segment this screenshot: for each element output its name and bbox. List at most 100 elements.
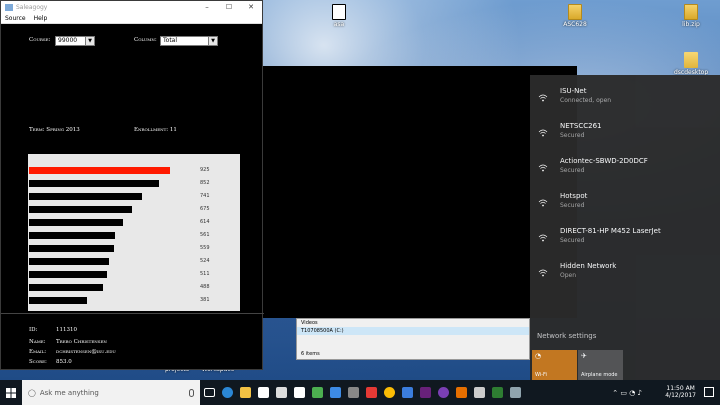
network-item[interactable]: Hotspot Secured <box>536 192 716 222</box>
chart-bar[interactable] <box>29 206 132 213</box>
desktop-icon-label: lib.zip <box>682 21 700 28</box>
chart-bar[interactable] <box>29 245 114 252</box>
network-name: Hidden Network <box>560 262 617 270</box>
chart-bar[interactable] <box>29 297 87 304</box>
chart-bar-value: 675 <box>200 206 210 212</box>
network-item[interactable]: NETSCC261 Secured <box>536 122 716 152</box>
chart-bar[interactable] <box>29 180 159 187</box>
taskbar-amazon[interactable] <box>290 380 308 405</box>
minimize-button[interactable]: – <box>196 3 218 11</box>
taskbar-app-square[interactable] <box>344 380 362 405</box>
file-explorer-window[interactable]: Videos T10708500A (C:) 6 items <box>296 318 530 360</box>
saleagogy-window[interactable]: Saleagogy – ☐ ✕ Source Help Course: 9900… <box>0 0 264 370</box>
notepad-icon <box>473 387 485 398</box>
taskbar-visual-studio[interactable] <box>416 380 434 405</box>
system-tray[interactable]: ⌃ ▭ ◔ ♪ <box>612 389 642 397</box>
store-icon <box>275 387 287 398</box>
network-item[interactable]: DIRECT-81-HP M452 LaserJet Secured <box>536 227 716 257</box>
network-item[interactable]: Actiontec-SBWD-2D0DCF Secured <box>536 157 716 187</box>
taskbar-app-w[interactable] <box>308 380 326 405</box>
taskbar-dropbox[interactable] <box>326 380 344 405</box>
taskbar-chrome[interactable] <box>380 380 398 405</box>
search-icon: ◯ <box>28 388 36 397</box>
wifi-signal-icon <box>538 94 548 102</box>
wifi-signal-icon <box>538 129 548 137</box>
chart-bar[interactable] <box>29 232 115 239</box>
taskbar-app-gear[interactable] <box>398 380 416 405</box>
chevron-down-icon[interactable]: ▼ <box>208 37 217 45</box>
explorer-status-text: 6 items <box>301 351 320 357</box>
dropbox-icon <box>329 387 341 398</box>
name-label: Name: <box>29 339 46 345</box>
app-icon <box>5 3 13 11</box>
taskbar: ◯ Ask me anything ⌃ ▭ ◔ ♪ 11:50 AM 4/12/… <box>0 380 720 405</box>
explorer-item-videos[interactable]: Videos <box>297 319 529 327</box>
desktop-icon-label: asa <box>333 21 345 28</box>
microphone-icon[interactable] <box>189 388 194 397</box>
airplane-tile-label: Airplane mode <box>581 372 618 378</box>
divider <box>1 313 264 314</box>
chart-bar[interactable] <box>29 284 103 291</box>
network-name: Hotspot <box>560 192 588 200</box>
windows-logo-icon <box>6 387 16 398</box>
start-button[interactable] <box>0 380 22 405</box>
airplane-mode-tile[interactable]: ✈ Airplane mode <box>578 350 623 380</box>
taskbar-notepad[interactable] <box>470 380 488 405</box>
network-item[interactable]: Hidden Network Open <box>536 262 716 292</box>
chart-bar-value: 852 <box>200 180 210 186</box>
wifi-signal-icon <box>538 199 548 207</box>
course-select[interactable]: 99000 ▼ <box>55 36 95 46</box>
close-button[interactable]: ✕ <box>240 3 262 11</box>
taskbar-java[interactable] <box>452 380 470 405</box>
task-view-icon <box>203 388 215 397</box>
wifi-icon: ◔ <box>535 352 542 360</box>
taskbar-store[interactable] <box>272 380 290 405</box>
title-bar[interactable]: Saleagogy – ☐ ✕ <box>1 1 262 13</box>
name-value: Trebo Christensen <box>56 339 107 345</box>
zip-icon <box>684 4 698 20</box>
network-name: DIRECT-81-HP M452 LaserJet <box>560 227 661 235</box>
app-icon <box>491 387 503 398</box>
wifi-toggle-tile[interactable]: ◔ Wi-Fi <box>532 350 577 380</box>
clock[interactable]: 11:50 AM 4/12/2017 <box>665 385 696 399</box>
search-placeholder: Ask me anything <box>39 388 99 397</box>
app-icon <box>347 387 359 398</box>
menu-help[interactable]: Help <box>30 15 52 22</box>
desktop-icon-dscdesktop[interactable]: dscdesktop <box>674 52 708 76</box>
java-icon <box>455 387 467 398</box>
action-center-icon[interactable] <box>704 387 714 397</box>
network-item[interactable]: ISU-Net Connected, open <box>536 87 716 117</box>
zip-icon <box>568 4 582 20</box>
network-status: Secured <box>560 167 585 174</box>
task-view-button[interactable] <box>200 380 218 405</box>
cortana-search-box[interactable]: ◯ Ask me anything <box>22 380 200 405</box>
column-select[interactable]: Total ▼ <box>160 36 218 46</box>
explorer-item-drive[interactable]: T10708500A (C:) <box>297 327 529 335</box>
column-select-value: Total <box>163 37 178 44</box>
menu-bar: Source Help <box>1 13 262 24</box>
chevron-down-icon[interactable]: ▼ <box>85 37 94 45</box>
maximize-button[interactable]: ☐ <box>218 3 240 11</box>
menu-source[interactable]: Source <box>1 15 30 22</box>
wifi-signal-icon <box>538 234 548 242</box>
chart-bar[interactable] <box>29 193 142 200</box>
taskbar-edge[interactable] <box>218 380 236 405</box>
course-label: Course: <box>29 37 51 43</box>
chart-bar[interactable] <box>29 258 109 265</box>
taskbar-app-green[interactable] <box>488 380 506 405</box>
id-label: ID: <box>29 327 38 333</box>
desktop-icon-lib-zip[interactable]: lib.zip <box>674 4 708 28</box>
taskbar-app-t[interactable] <box>362 380 380 405</box>
explorer-status: 6 items <box>297 350 324 358</box>
taskbar-app-last[interactable] <box>506 380 524 405</box>
taskbar-home[interactable] <box>254 380 272 405</box>
desktop-icon-asc628[interactable]: ASC628 <box>558 4 592 28</box>
chart-bar[interactable] <box>29 167 170 174</box>
chart-bar[interactable] <box>29 219 123 226</box>
taskbar-file-explorer[interactable] <box>236 380 254 405</box>
desktop-icon-asa[interactable]: asa <box>322 4 356 28</box>
clock-time: 11:50 AM <box>666 385 695 392</box>
network-settings-link[interactable]: Network settings <box>537 332 596 340</box>
taskbar-app-purple[interactable] <box>434 380 452 405</box>
chart-bar[interactable] <box>29 271 107 278</box>
